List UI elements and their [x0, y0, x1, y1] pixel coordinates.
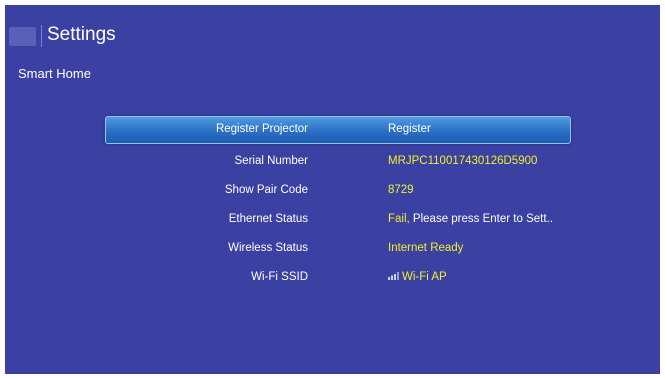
smart-home-settings-screen: Settings Smart Home Register Projector R… [5, 5, 660, 374]
ethernet-status-fail: Fail, [388, 213, 410, 225]
row-label: Wi-Fi SSID [251, 271, 308, 283]
row-ethernet-status[interactable]: Ethernet Status Fail, Please press Enter… [105, 205, 571, 234]
row-wireless-status[interactable]: Wireless Status Internet Ready [105, 234, 571, 263]
app-icon [9, 27, 36, 46]
row-label: Wireless Status [228, 242, 308, 254]
ethernet-status-message: Please press Enter to Sett.. [409, 213, 553, 225]
row-label: Register Projector [215, 123, 308, 135]
wifi-signal-icon [388, 272, 399, 281]
ethernet-status-value: Fail, Please press Enter to Sett.. [388, 205, 553, 234]
wireless-status-value: Internet Ready [388, 242, 464, 254]
row-register-projector[interactable]: Register Projector Register [105, 116, 571, 144]
register-button[interactable]: Register [388, 117, 431, 142]
row-show-pair-code[interactable]: Show Pair Code 8729 [105, 176, 571, 205]
page-title: Settings [47, 24, 116, 45]
settings-list: Register Projector Register Serial Numbe… [105, 116, 571, 292]
row-wifi-ssid[interactable]: Wi-Fi SSID Wi-Fi AP [105, 263, 571, 292]
wifi-ssid-value: Wi-Fi AP [388, 263, 447, 292]
title-divider [41, 25, 42, 47]
serial-number-value: MRJPC110017430126D5900 [388, 155, 538, 167]
row-label: Show Pair Code [224, 184, 308, 196]
row-label: Ethernet Status [228, 213, 308, 225]
page-subtitle: Smart Home [18, 66, 91, 81]
row-label: Serial Number [234, 155, 309, 167]
wifi-ssid-name: Wi-Fi AP [402, 271, 447, 283]
row-serial-number[interactable]: Serial Number MRJPC110017430126D5900 [105, 147, 571, 176]
pair-code-value: 8729 [388, 184, 414, 196]
